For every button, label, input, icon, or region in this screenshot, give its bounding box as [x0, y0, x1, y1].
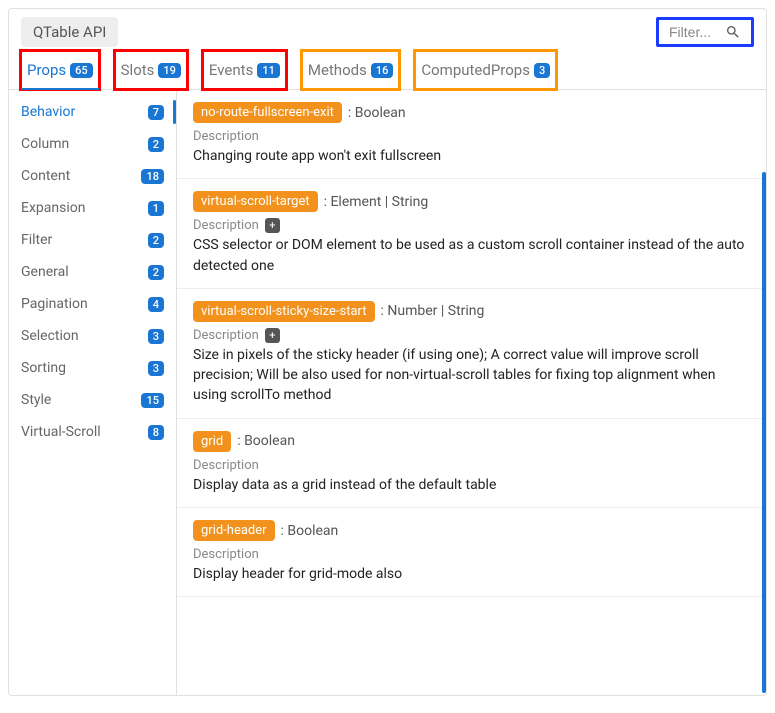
sidebar-count-badge: 2 — [148, 137, 164, 152]
sidebar-count-badge: 1 — [148, 201, 164, 216]
prop-description: Display data as a grid instead of the de… — [193, 475, 750, 495]
filter-box[interactable] — [656, 17, 754, 47]
sidebar-item-label: Expansion — [21, 200, 85, 216]
sidebar-count-badge: 2 — [148, 233, 164, 248]
filter-input[interactable] — [669, 24, 719, 40]
prop-item: virtual-scroll-target : Element | String D… — [177, 179, 766, 289]
sidebar-item-virtual-scroll[interactable]: Virtual-Scroll 8 — [9, 416, 176, 448]
expand-icon[interactable]: + — [265, 218, 280, 233]
prop-description: Changing route app won't exit fullscreen — [193, 146, 750, 166]
tab-label: Events — [209, 61, 253, 79]
sidebar-count-badge: 3 — [148, 329, 164, 344]
prop-type: : Number | String — [381, 303, 485, 319]
prop-name-chip[interactable]: grid-header — [193, 520, 275, 541]
sidebar-item-behavior[interactable]: Behavior 7 — [9, 96, 176, 128]
sidebar-item-label: Selection — [21, 328, 79, 344]
tab-methods[interactable]: Methods 16 — [302, 51, 400, 89]
tab-events[interactable]: Events 11 — [203, 51, 286, 89]
prop-desc-label: Description+ — [193, 328, 750, 343]
sidebar-item-label: Behavior — [21, 104, 75, 120]
scrollbar-thumb[interactable] — [762, 172, 766, 693]
header: QTable API — [9, 9, 766, 51]
sidebar-item-label: Style — [21, 392, 51, 408]
api-card: QTable API Props 65 Slots19 Events 11 Methods… — [8, 8, 767, 696]
search-icon — [725, 24, 741, 40]
sidebar-count-badge: 15 — [141, 393, 164, 408]
prop-name-chip[interactable]: grid — [193, 431, 231, 452]
tabs: Props 65 Slots19 Events 11 Methods 16 ComputedP… — [9, 51, 766, 90]
prop-desc-label: Description — [193, 129, 750, 144]
sidebar-count-badge: 7 — [148, 105, 164, 120]
tab-label: ComputedProps — [421, 61, 530, 79]
prop-header: no-route-fullscreen-exit : Boolean — [193, 102, 750, 123]
content-pane[interactable]: no-route-fullscreen-exit : Boolean Descrip… — [177, 90, 766, 695]
tab-props[interactable]: Props 65 — [21, 51, 99, 89]
prop-header: grid : Boolean — [193, 431, 750, 452]
prop-header: virtual-scroll-target : Element | String — [193, 191, 750, 212]
tab-label: Slots — [121, 61, 155, 79]
tab-count-badge: 11 — [257, 63, 280, 78]
tab-count-badge: 19 — [158, 63, 181, 78]
sidebar-count-badge: 4 — [148, 297, 164, 312]
sidebar-item-filter[interactable]: Filter 2 — [9, 224, 176, 256]
sidebar-item-label: Virtual-Scroll — [21, 424, 101, 440]
prop-header: virtual-scroll-sticky-size-start : Number… — [193, 301, 750, 322]
sidebar-count-badge: 18 — [141, 169, 164, 184]
sidebar-item-label: Sorting — [21, 360, 66, 376]
prop-description: Display header for grid-mode also — [193, 564, 750, 584]
prop-name-chip[interactable]: virtual-scroll-target — [193, 191, 318, 212]
expand-icon[interactable]: + — [265, 328, 280, 343]
sidebar-item-label: General — [21, 264, 69, 280]
sidebar-item-style[interactable]: Style 15 — [9, 384, 176, 416]
prop-item: grid : Boolean Description Display data as … — [177, 419, 766, 508]
sidebar-item-label: Content — [21, 168, 70, 184]
body: Behavior 7 Column 2 Content 18 Expansion 1 Filte… — [9, 90, 766, 695]
prop-item: no-route-fullscreen-exit : Boolean Descrip… — [177, 90, 766, 179]
tab-count-badge: 16 — [371, 63, 394, 78]
sidebar-item-label: Filter — [21, 232, 52, 248]
sidebar-item-content[interactable]: Content 18 — [9, 160, 176, 192]
sidebar-item-pagination[interactable]: Pagination 4 — [9, 288, 176, 320]
prop-desc-label: Description — [193, 458, 750, 473]
prop-type: : Element | String — [324, 194, 429, 210]
tab-count-badge: 3 — [534, 63, 550, 78]
sidebar-count-badge: 3 — [148, 361, 164, 376]
prop-desc-label: Description — [193, 547, 750, 562]
tab-computedprops[interactable]: ComputedProps 3 — [415, 51, 556, 89]
sidebar: Behavior 7 Column 2 Content 18 Expansion 1 Filte… — [9, 90, 177, 695]
sidebar-item-expansion[interactable]: Expansion 1 — [9, 192, 176, 224]
sidebar-item-label: Pagination — [21, 296, 88, 312]
prop-type: : Boolean — [281, 523, 339, 539]
prop-description: CSS selector or DOM element to be used a… — [193, 235, 750, 276]
sidebar-count-badge: 2 — [148, 265, 164, 280]
sidebar-item-column[interactable]: Column 2 — [9, 128, 176, 160]
sidebar-item-selection[interactable]: Selection 3 — [9, 320, 176, 352]
prop-item: virtual-scroll-sticky-size-start : Number… — [177, 289, 766, 419]
prop-desc-label: Description+ — [193, 218, 750, 233]
tab-label: Methods — [308, 61, 367, 79]
sidebar-item-general[interactable]: General 2 — [9, 256, 176, 288]
tab-label: Props — [27, 61, 66, 79]
prop-header: grid-header : Boolean — [193, 520, 750, 541]
tab-slots[interactable]: Slots19 — [115, 51, 187, 89]
prop-name-chip[interactable]: virtual-scroll-sticky-size-start — [193, 301, 375, 322]
prop-name-chip[interactable]: no-route-fullscreen-exit — [193, 102, 342, 123]
prop-type: : Boolean — [348, 105, 406, 121]
sidebar-item-sorting[interactable]: Sorting 3 — [9, 352, 176, 384]
sidebar-item-label: Column — [21, 136, 69, 152]
prop-item: grid-header : Boolean Description Display h… — [177, 508, 766, 597]
tab-count-badge: 65 — [70, 63, 93, 78]
prop-type: : Boolean — [237, 433, 295, 449]
page-title: QTable API — [21, 17, 118, 47]
prop-description: Size in pixels of the sticky header (if … — [193, 345, 750, 406]
sidebar-count-badge: 8 — [148, 425, 164, 440]
